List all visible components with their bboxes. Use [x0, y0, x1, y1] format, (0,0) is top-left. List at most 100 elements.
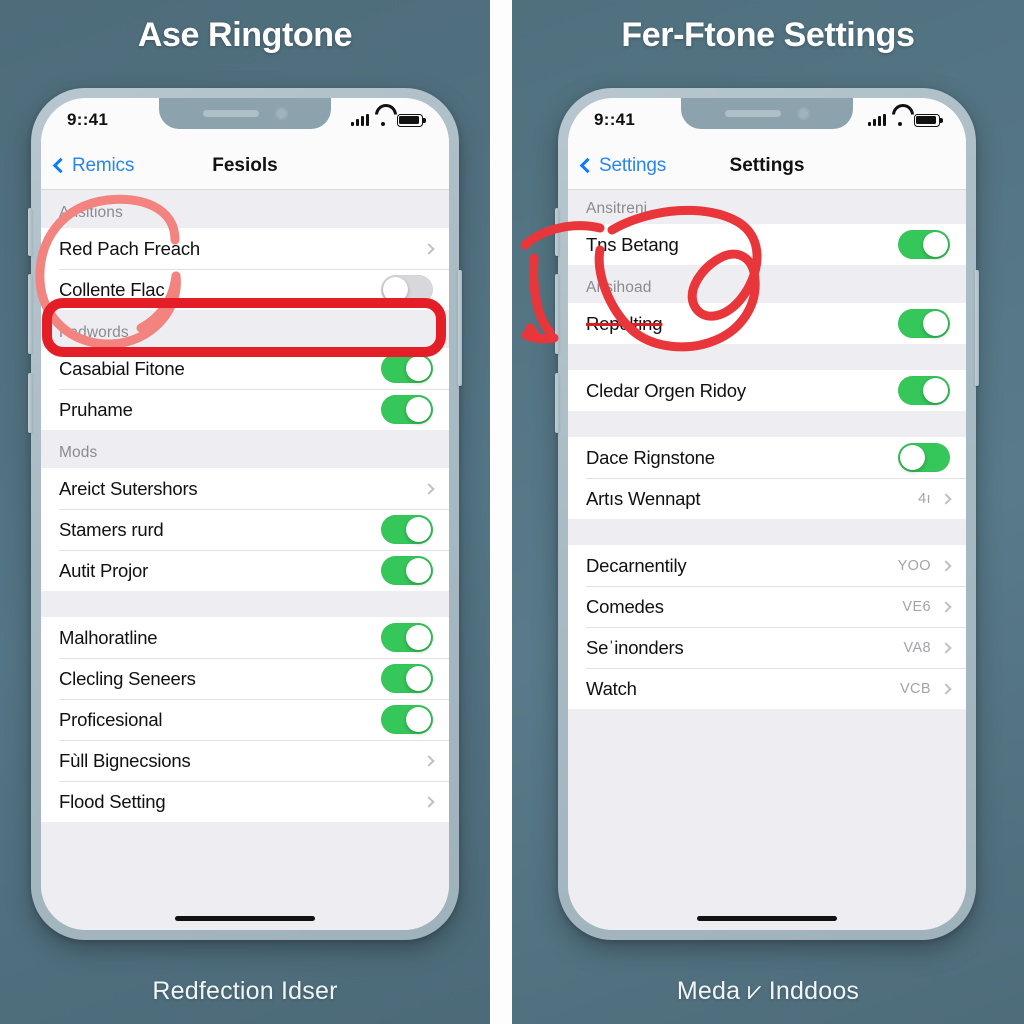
- list-item[interactable]: Pruhame: [41, 389, 449, 430]
- row-accessory: [423, 242, 435, 255]
- power-button[interactable]: [458, 270, 462, 386]
- list-item[interactable]: Watch VCB: [568, 668, 966, 709]
- row-label: Repolting: [586, 312, 663, 334]
- list-item[interactable]: Areict Sutershors: [41, 468, 449, 509]
- list-item[interactable]: Seˈinonders VA8: [568, 627, 966, 668]
- status-icons: [351, 113, 426, 127]
- chevron-right-icon: [423, 482, 435, 495]
- toggle-switch[interactable]: [381, 275, 433, 304]
- left-panel-caption: Redfection Idser: [152, 977, 338, 1005]
- chevron-right-icon: [423, 242, 435, 255]
- row-label: Artıs Wennapt: [586, 487, 701, 509]
- silent-switch[interactable]: [555, 373, 559, 433]
- back-button[interactable]: Settings: [568, 155, 666, 177]
- toggle-switch[interactable]: [381, 395, 433, 424]
- right-nav-bar: Settings Settings: [568, 142, 966, 190]
- row-accessory: [381, 395, 433, 424]
- toggle-switch[interactable]: [381, 354, 433, 383]
- toggle-switch[interactable]: [898, 230, 950, 259]
- toggle-switch[interactable]: [381, 515, 433, 544]
- toggle-knob: [922, 310, 949, 337]
- section-spacer: [568, 411, 966, 437]
- volume-down-button[interactable]: [555, 274, 559, 354]
- toggle-switch[interactable]: [381, 623, 433, 652]
- row-label: Red Pach Freach: [59, 237, 200, 259]
- row-accessory: [898, 309, 950, 338]
- front-camera-icon: [274, 107, 288, 120]
- row-accessory: [381, 705, 433, 734]
- right-panel-caption: Meda ⩗ Inddoos: [676, 977, 860, 1005]
- list-item[interactable]: Malhoratline: [41, 617, 449, 658]
- notch: [159, 98, 331, 129]
- left-panel-title: Ase Ringtone: [137, 16, 353, 54]
- toggle-switch[interactable]: [898, 376, 950, 405]
- list-item[interactable]: Decarnentily YOO: [568, 545, 966, 586]
- list-item[interactable]: Stamers rurd: [41, 509, 449, 550]
- list-item[interactable]: Tns Betang: [568, 224, 966, 265]
- row-accessory: [381, 275, 433, 304]
- list-item[interactable]: Clecling Seneers: [41, 658, 449, 699]
- row-label: Comedes: [586, 595, 664, 617]
- earpiece-speaker: [202, 110, 259, 117]
- home-indicator[interactable]: [697, 915, 837, 921]
- volume-down-button[interactable]: [28, 274, 32, 354]
- toggle-switch[interactable]: [381, 705, 433, 734]
- left-phone-frame: 9::41 Remics Fesiols Ansitions Red Pach …: [28, 88, 462, 940]
- row-label: Malhoratline: [59, 626, 158, 648]
- cellular-signal-icon: [868, 114, 886, 126]
- row-accessory: VCB: [900, 681, 952, 697]
- row-label: Watch: [586, 677, 637, 699]
- row-accessory: [381, 623, 433, 652]
- battery-icon: [914, 113, 943, 127]
- row-accessory: [423, 795, 435, 808]
- list-item[interactable]: Dace Rignstone: [568, 437, 966, 478]
- list-item[interactable]: Red Pach Freach: [41, 228, 449, 269]
- list-item[interactable]: Repolting: [568, 303, 966, 344]
- toggle-switch[interactable]: [898, 309, 950, 338]
- row-accessory: [423, 482, 435, 495]
- settings-group: Casabial Fitone Pruhame: [41, 348, 449, 430]
- home-indicator[interactable]: [175, 915, 315, 921]
- row-label: Stamers rurd: [59, 518, 164, 540]
- list-item[interactable]: Fùll Bignecsions: [41, 740, 449, 781]
- settings-group: Repolting: [568, 303, 966, 344]
- wifi-icon: [892, 114, 908, 126]
- row-label: Casabial Fitone: [59, 357, 185, 379]
- chevron-right-icon: [423, 754, 435, 767]
- toggle-switch[interactable]: [381, 664, 433, 693]
- silent-switch[interactable]: [28, 373, 32, 433]
- right-phone-screen: 9::41 Settings Settings Ansitreni Tns Be…: [568, 98, 966, 930]
- volume-up-button[interactable]: [28, 208, 32, 256]
- section-header: Ansitreni: [568, 190, 966, 224]
- right-panel: Fer-Ftone Settings 9::41 Settings Settin…: [512, 0, 1024, 1024]
- right-settings-list[interactable]: Ansitreni Tns Betang Ansihoad Repolting: [568, 190, 966, 930]
- list-item[interactable]: Collente Flac: [41, 269, 449, 310]
- list-item[interactable]: Cledar Orgen Ridoy: [568, 370, 966, 411]
- list-item[interactable]: Proficesional: [41, 699, 449, 740]
- power-button[interactable]: [975, 270, 979, 386]
- left-phone-screen: 9::41 Remics Fesiols Ansitions Red Pach …: [41, 98, 449, 930]
- list-item[interactable]: Comedes VE6: [568, 586, 966, 627]
- volume-up-button[interactable]: [555, 208, 559, 256]
- row-accessory: [381, 515, 433, 544]
- section-spacer: [568, 519, 966, 545]
- left-nav-bar: Remics Fesiols: [41, 142, 449, 190]
- row-label: Dace Rignstone: [586, 446, 715, 468]
- toggle-switch[interactable]: [898, 443, 950, 472]
- earpiece-speaker: [724, 110, 781, 117]
- settings-group: Malhoratline Clecling Seneers Proficesio…: [41, 617, 449, 822]
- row-accessory: 4ı: [918, 491, 952, 507]
- list-item[interactable]: Autit Projor: [41, 550, 449, 591]
- section-header: Padwords: [41, 310, 449, 348]
- status-time: 9::41: [594, 110, 636, 129]
- toggle-knob: [922, 377, 949, 404]
- toggle-switch[interactable]: [381, 556, 433, 585]
- left-settings-list[interactable]: Ansitions Red Pach Freach Collente Flac: [41, 190, 449, 930]
- list-item[interactable]: Flood Setting: [41, 781, 449, 822]
- back-button[interactable]: Remics: [41, 155, 134, 177]
- toggle-knob: [899, 444, 926, 471]
- list-item[interactable]: Artıs Wennapt 4ı: [568, 478, 966, 519]
- comparison-stage: Ase Ringtone 9::41 Remics Fesiols Ansiti…: [0, 0, 1024, 1024]
- settings-group: Cledar Orgen Ridoy: [568, 370, 966, 411]
- list-item[interactable]: Casabial Fitone: [41, 348, 449, 389]
